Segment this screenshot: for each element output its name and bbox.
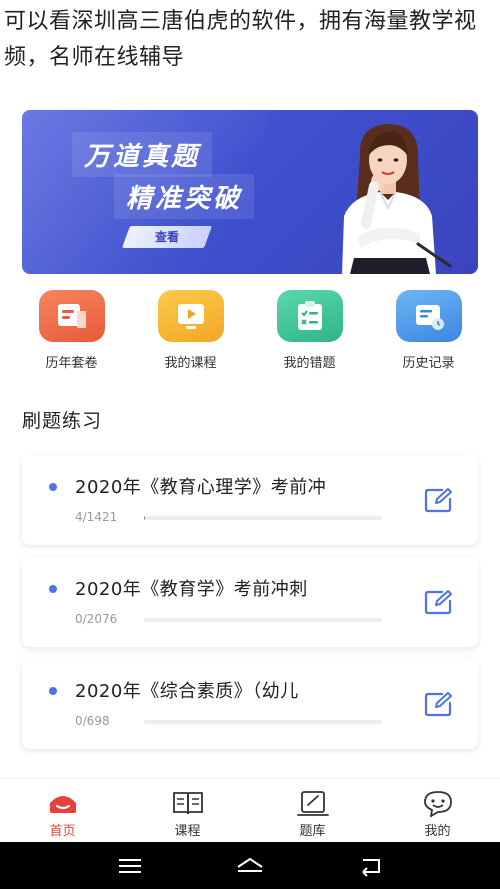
system-nav-bar (0, 842, 500, 889)
quick-action-my-courses[interactable]: 我的课程 (141, 290, 241, 380)
quick-action-past-papers[interactable]: 历年套卷 (22, 290, 122, 380)
quick-action-label: 我的错题 (283, 356, 336, 371)
home-nav-icon[interactable] (235, 855, 265, 877)
progress-bar (144, 720, 382, 724)
banner-title-line1: 万道真题 (72, 132, 213, 177)
banner-view-button-label: 查看 (154, 230, 179, 244)
quick-actions: 历年套卷 我的课程 我的错题 历史记录 (0, 290, 500, 380)
banner-title-line2: 精准突破 (114, 174, 255, 219)
section-title: 刷题练习 (22, 410, 103, 432)
quick-action-label: 我的课程 (164, 356, 217, 371)
caption-text: 可以看深圳高三唐伯虎的软件，拥有海量教学视频，名师在线辅导 (4, 9, 477, 70)
practice-item-title: 2020年《综合素质》（幼儿 (75, 681, 299, 702)
tab-label: 我的 (424, 824, 451, 839)
practice-item[interactable]: 2020年《教育学》考前冲刺 0/2076 (22, 557, 478, 647)
practice-item-progress-text: 0/698 (75, 714, 110, 728)
practice-item[interactable]: 2020年《综合素质》（幼儿 0/698 (22, 659, 478, 749)
profile-chat-icon (423, 791, 452, 817)
promo-banner[interactable]: 万道真题 精准突破 查看 (22, 110, 478, 274)
bottom-tab-bar: 首页 课程 题库 我的 (0, 778, 500, 842)
tab-label: 课程 (174, 824, 201, 839)
progress-bar (144, 516, 382, 520)
banner-view-button[interactable]: 查看 (121, 226, 213, 248)
book-icon (172, 792, 203, 815)
back-icon[interactable] (355, 855, 385, 877)
home-icon (49, 796, 76, 813)
practice-item-progress-text: 0/2076 (75, 612, 118, 626)
practice-item-title: 2020年《教育学》考前冲刺 (75, 579, 308, 600)
quick-action-label: 历史记录 (402, 356, 455, 371)
video-course-icon (157, 290, 224, 342)
practice-item-title: 2020年《教育心理学》考前冲 (75, 477, 327, 498)
tab-label: 题库 (299, 824, 326, 839)
quick-action-my-mistakes[interactable]: 我的错题 (260, 290, 360, 380)
tab-home[interactable]: 首页 (0, 779, 125, 842)
edit-icon[interactable] (424, 691, 454, 717)
mistakes-checklist-icon (276, 290, 343, 342)
quick-action-history[interactable]: 历史记录 (379, 290, 479, 380)
tab-question-bank[interactable]: 题库 (250, 779, 375, 842)
practice-item-progress-text: 4/1421 (75, 510, 118, 524)
quick-action-label: 历年套卷 (45, 356, 98, 371)
edit-icon[interactable] (424, 487, 454, 513)
question-bank-icon (296, 791, 329, 816)
teacher-illustration (342, 124, 452, 274)
bullet-dot (49, 687, 57, 695)
progress-bar (144, 618, 382, 622)
tab-courses[interactable]: 课程 (125, 779, 250, 842)
edit-icon[interactable] (424, 589, 454, 615)
tab-profile[interactable]: 我的 (375, 779, 500, 842)
bullet-dot (49, 483, 57, 491)
practice-item[interactable]: 2020年《教育心理学》考前冲 4/1421 (22, 455, 478, 545)
exam-paper-icon (38, 290, 105, 342)
history-record-icon (395, 290, 462, 342)
progress-bar-fill (144, 516, 145, 520)
menu-icon[interactable] (115, 855, 145, 877)
tab-label: 首页 (49, 824, 76, 839)
bullet-dot (49, 585, 57, 593)
